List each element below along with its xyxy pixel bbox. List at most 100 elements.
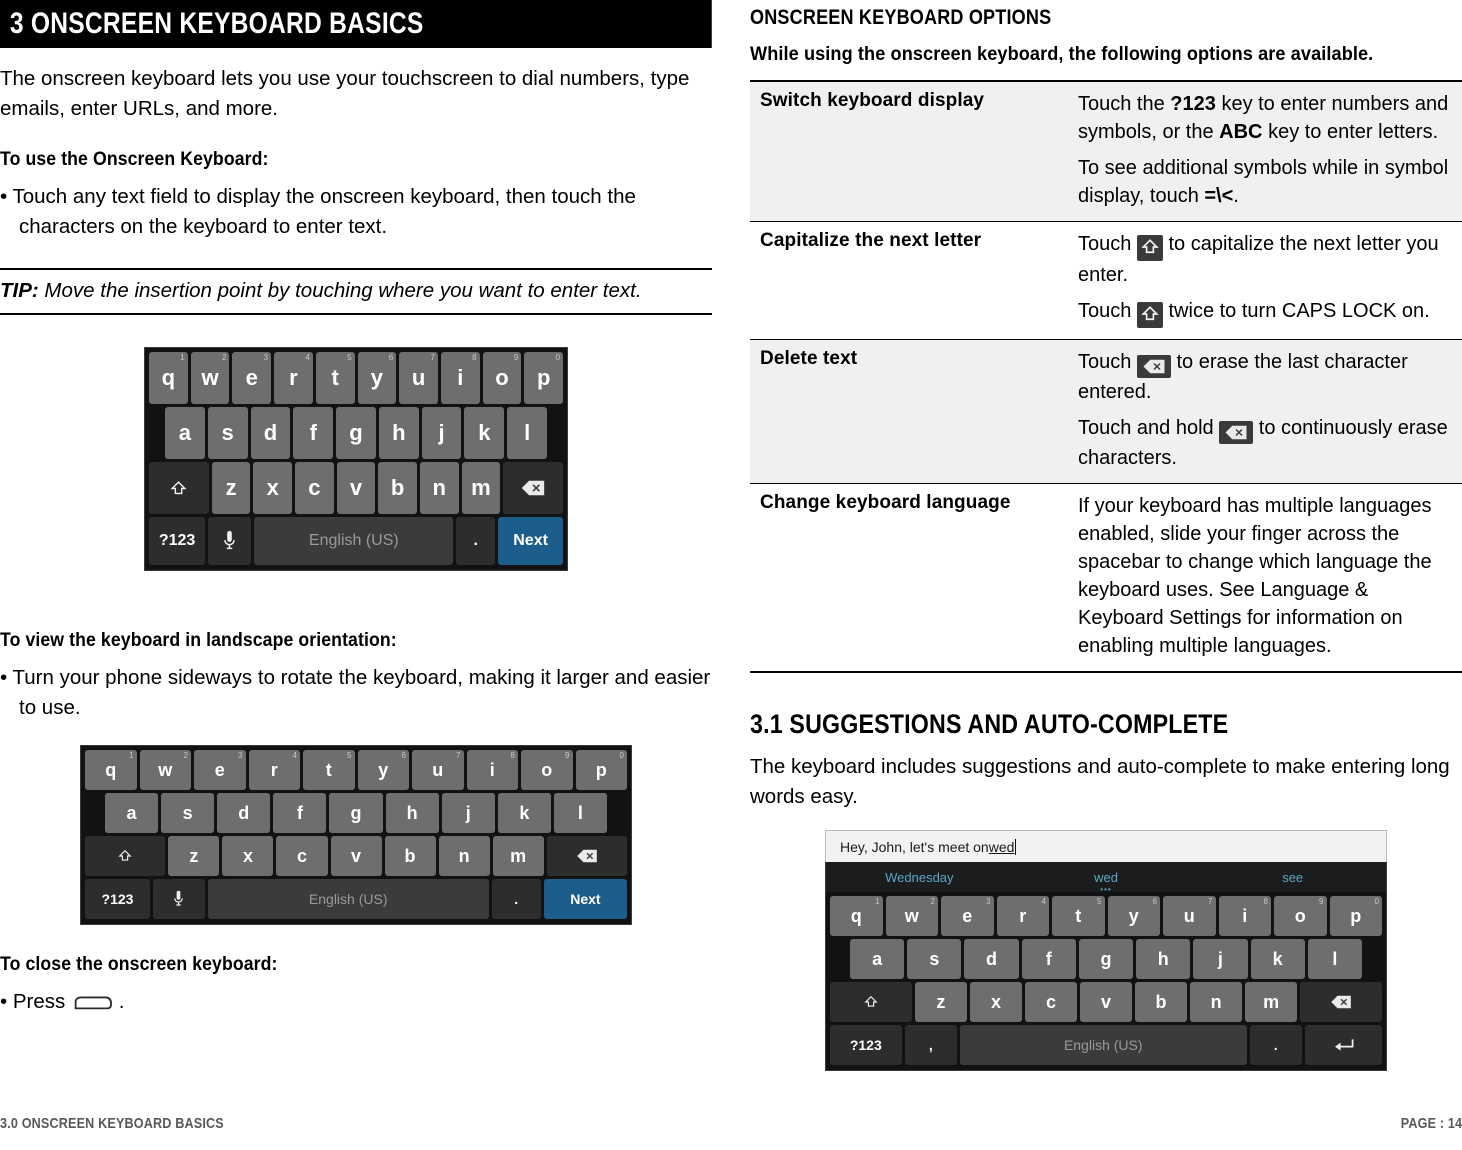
key-o[interactable]: 9o — [1274, 896, 1327, 936]
suggestion-item[interactable]: Wednesday — [826, 870, 1013, 885]
key-j[interactable]: j — [421, 407, 462, 459]
symbols-key[interactable]: ?123 — [149, 517, 206, 565]
key-a[interactable]: a — [105, 793, 159, 833]
key-g[interactable]: g — [329, 793, 383, 833]
key-n[interactable]: n — [419, 462, 459, 514]
key-u[interactable]: 7u — [399, 352, 438, 404]
key-g[interactable]: g — [336, 407, 376, 459]
key-x[interactable]: x — [222, 836, 274, 876]
next-action-key[interactable]: Next — [543, 879, 627, 919]
key-w[interactable]: 2w — [885, 896, 938, 936]
key-b[interactable]: b — [384, 836, 436, 876]
key-z[interactable]: z — [211, 462, 251, 514]
key-n[interactable]: n — [1190, 982, 1243, 1022]
key-u[interactable]: 7u — [412, 750, 464, 790]
voice-input-key[interactable] — [208, 517, 252, 565]
key-e[interactable]: 3e — [194, 750, 246, 790]
key-v[interactable]: v — [1080, 982, 1133, 1022]
key-m[interactable]: m — [1245, 982, 1298, 1022]
key-w[interactable]: 2w — [190, 352, 230, 404]
key-m[interactable]: m — [461, 462, 501, 514]
key-x[interactable]: x — [969, 982, 1022, 1022]
key-l[interactable]: l — [553, 793, 607, 833]
text-input-field[interactable]: Hey, John, let's meet on wed — [825, 830, 1387, 862]
symbols-key[interactable]: ?123 — [830, 1025, 902, 1065]
key-i[interactable]: 8i — [440, 352, 480, 404]
key-n[interactable]: n — [438, 836, 490, 876]
key-s[interactable]: s — [207, 407, 248, 459]
key-o[interactable]: 9o — [482, 352, 522, 404]
shift-key[interactable] — [85, 836, 166, 876]
key-p[interactable]: 0p — [575, 750, 627, 790]
key-k[interactable]: k — [1250, 939, 1305, 979]
spacebar-key[interactable]: English (US) — [959, 1025, 1247, 1065]
key-r[interactable]: 4r — [274, 352, 313, 404]
key-k[interactable]: k — [497, 793, 551, 833]
key-z[interactable]: z — [914, 982, 967, 1022]
key-d[interactable]: d — [250, 407, 291, 459]
key-j[interactable]: j — [1193, 939, 1248, 979]
key-y[interactable]: 6y — [1107, 896, 1160, 936]
key-p[interactable]: 0p — [524, 352, 564, 404]
key-y[interactable]: 6y — [357, 352, 397, 404]
suggestion-item[interactable]: see — [1199, 870, 1386, 885]
key-h[interactable]: h — [378, 407, 419, 459]
key-v[interactable]: v — [336, 462, 376, 514]
key-e[interactable]: 3e — [232, 352, 272, 404]
spacebar-key[interactable]: English (US) — [254, 517, 454, 565]
spacebar-key[interactable]: English (US) — [207, 879, 489, 919]
key-e[interactable]: 3e — [941, 896, 994, 936]
symbols-key[interactable]: ?123 — [85, 879, 150, 919]
key-h[interactable]: h — [385, 793, 439, 833]
shift-key[interactable] — [830, 982, 912, 1022]
key-x[interactable]: x — [253, 462, 293, 514]
key-y[interactable]: 6y — [357, 750, 409, 790]
key-c[interactable]: c — [1024, 982, 1077, 1022]
key-a[interactable]: a — [850, 939, 905, 979]
key-h[interactable]: h — [1136, 939, 1191, 979]
key-c[interactable]: c — [276, 836, 328, 876]
key-r[interactable]: 4r — [996, 896, 1049, 936]
key-t[interactable]: 5t — [315, 352, 355, 404]
key-q[interactable]: 1q — [149, 352, 188, 404]
suggestion-item[interactable]: wed ••• — [1013, 870, 1200, 894]
next-action-key[interactable]: Next — [498, 517, 563, 565]
key-k[interactable]: k — [464, 407, 505, 459]
key-f[interactable]: f — [293, 407, 334, 459]
key-t[interactable]: 5t — [303, 750, 355, 790]
key-z[interactable]: z — [168, 836, 220, 876]
key-l[interactable]: l — [1307, 939, 1362, 979]
delete-key[interactable] — [546, 836, 628, 876]
key-v[interactable]: v — [330, 836, 382, 876]
delete-key[interactable] — [503, 462, 563, 514]
key-l[interactable]: l — [507, 407, 548, 459]
key-j[interactable]: j — [441, 793, 495, 833]
key-d[interactable]: d — [964, 939, 1019, 979]
delete-key[interactable] — [1300, 982, 1383, 1022]
key-b[interactable]: b — [1135, 982, 1188, 1022]
key-o[interactable]: 9o — [521, 750, 573, 790]
key-m[interactable]: m — [492, 836, 544, 876]
enter-key[interactable] — [1304, 1025, 1382, 1065]
key-s[interactable]: s — [161, 793, 215, 833]
key-i[interactable]: 8i — [466, 750, 518, 790]
period-key[interactable]: . — [456, 517, 496, 565]
key-c[interactable]: c — [295, 462, 334, 514]
key-u[interactable]: 7u — [1163, 896, 1216, 936]
period-key[interactable]: . — [491, 879, 541, 919]
key-d[interactable]: d — [217, 793, 271, 833]
key-t[interactable]: 5t — [1052, 896, 1105, 936]
key-s[interactable]: s — [907, 939, 962, 979]
key-r[interactable]: 4r — [248, 750, 300, 790]
key-a[interactable]: a — [165, 407, 205, 459]
comma-key[interactable]: , — [904, 1025, 957, 1065]
key-f[interactable]: f — [1021, 939, 1076, 979]
shift-key[interactable] — [149, 462, 209, 514]
key-q[interactable]: 1q — [85, 750, 137, 790]
period-key[interactable]: . — [1249, 1025, 1302, 1065]
key-b[interactable]: b — [378, 462, 417, 514]
key-i[interactable]: 8i — [1218, 896, 1271, 936]
voice-input-key[interactable] — [152, 879, 205, 919]
key-w[interactable]: 2w — [139, 750, 191, 790]
key-p[interactable]: 0p — [1329, 896, 1382, 936]
